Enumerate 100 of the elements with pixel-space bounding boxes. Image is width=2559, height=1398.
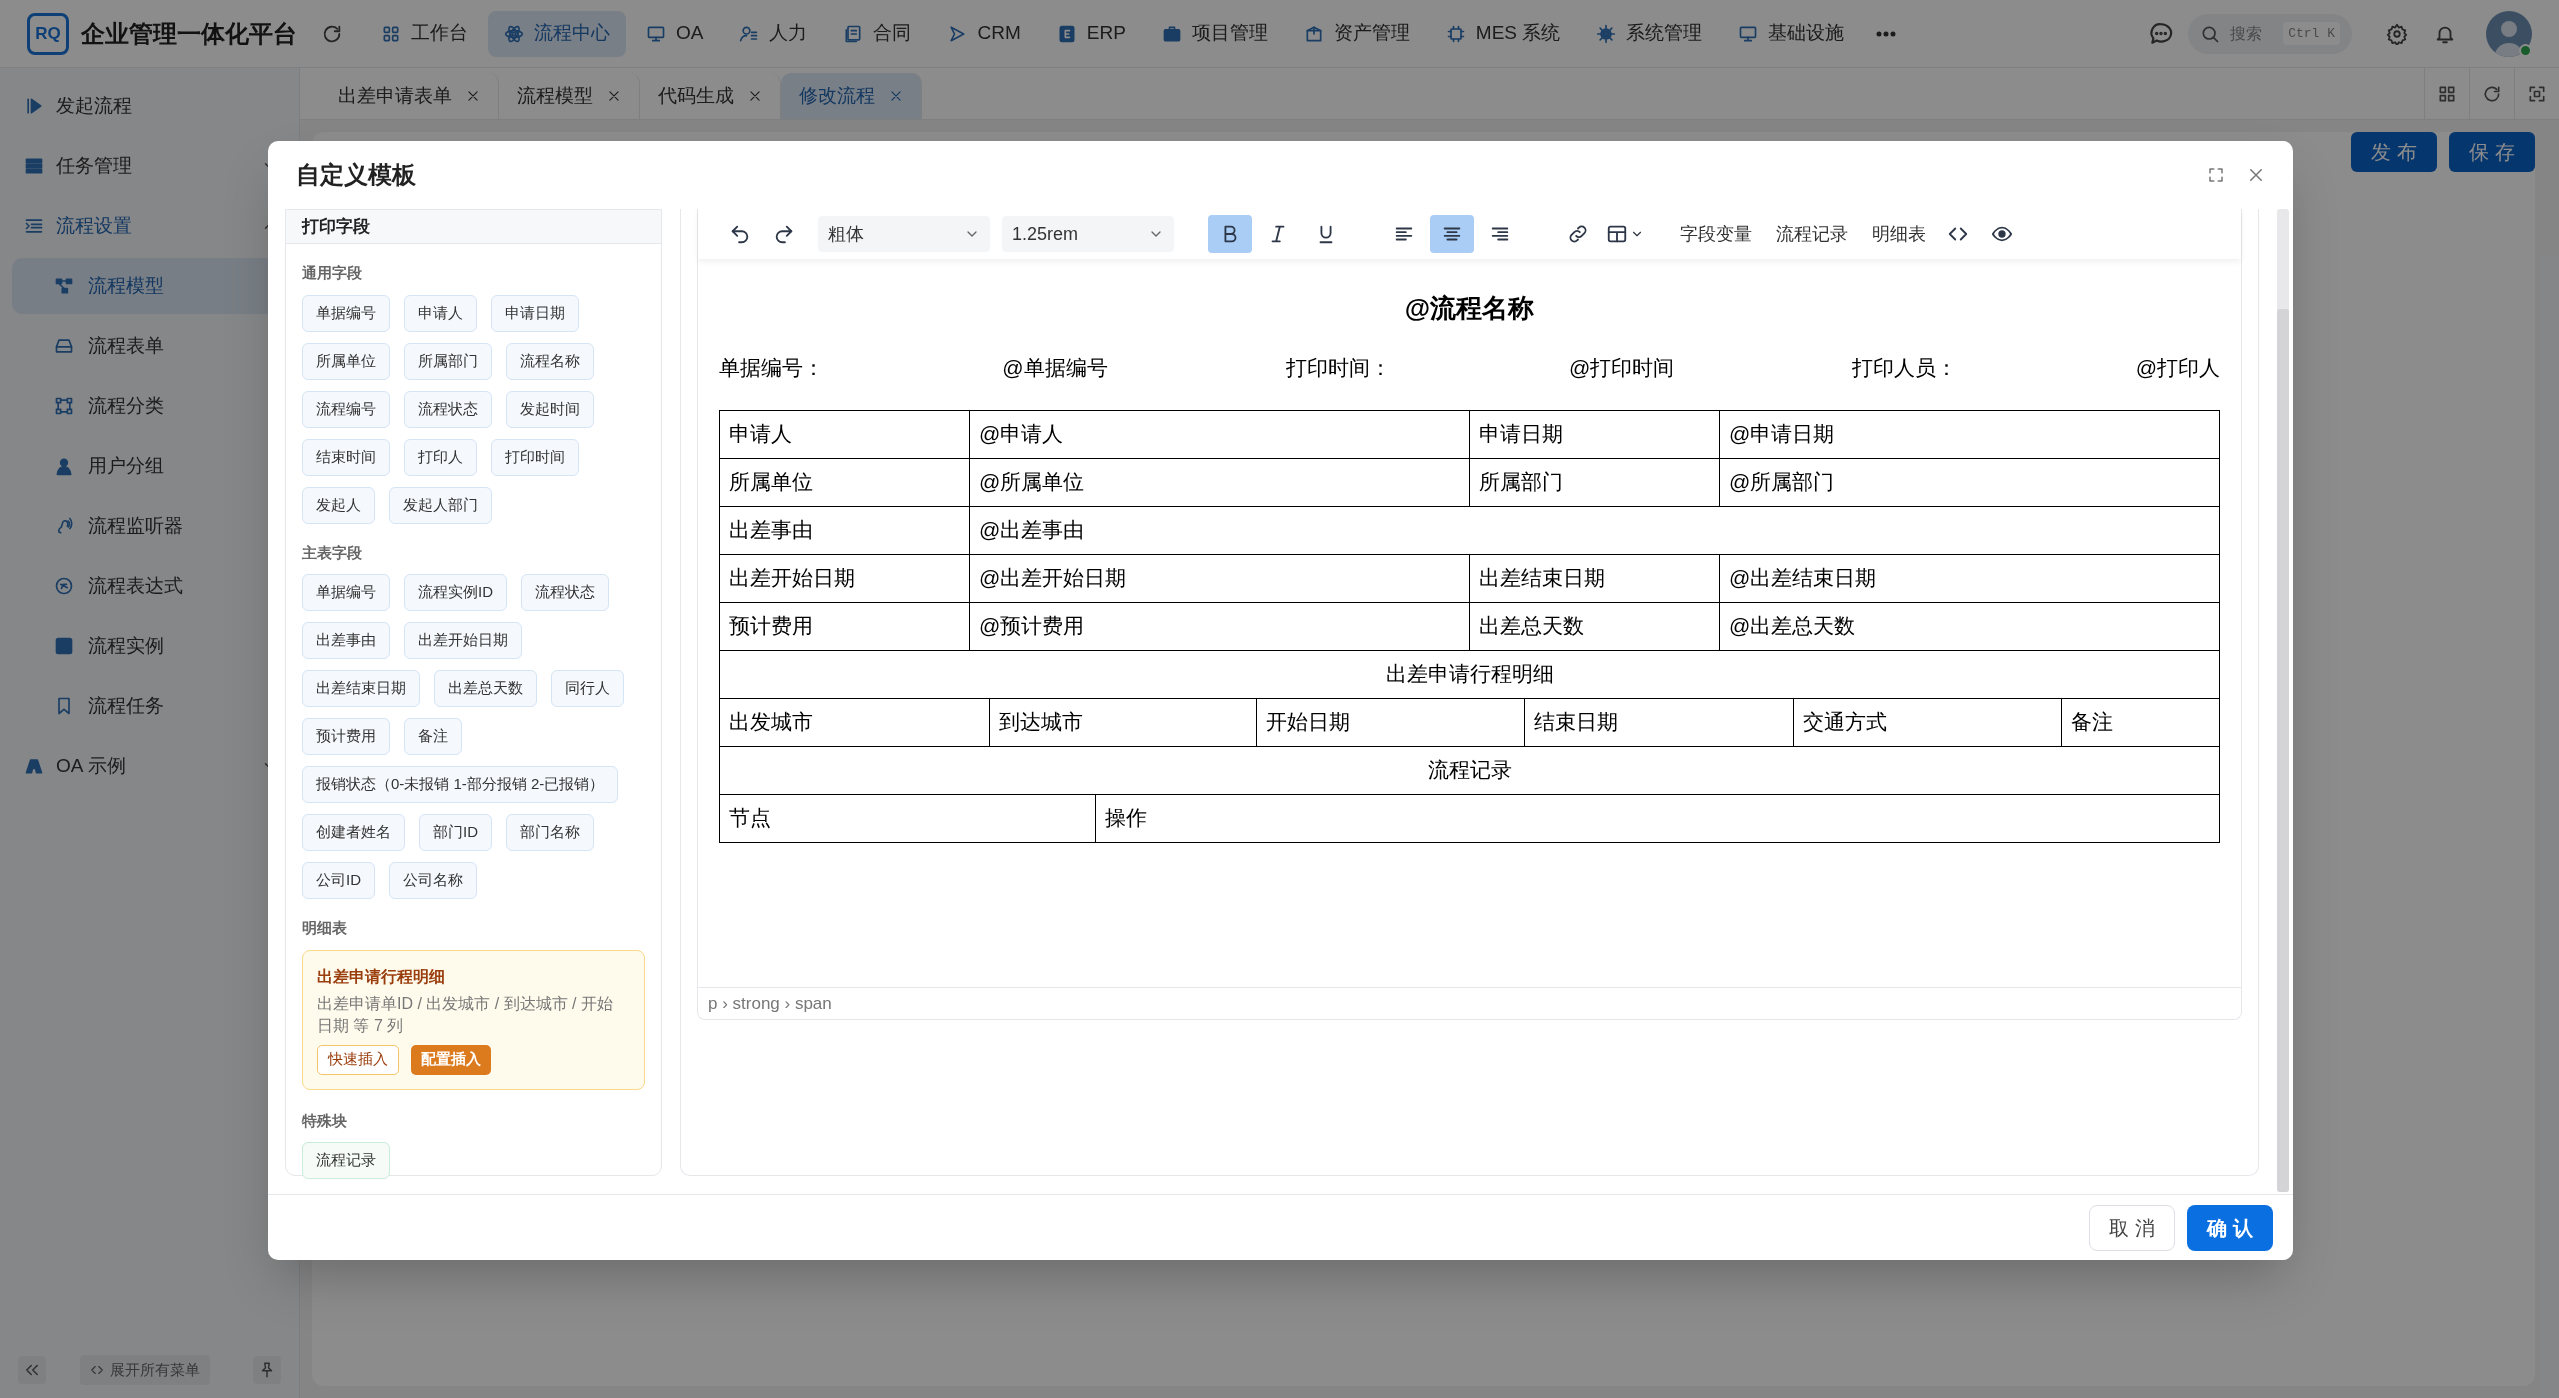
- field-chip[interactable]: 打印人: [404, 438, 477, 476]
- sidebar-item[interactable]: 流程分类: [12, 378, 287, 434]
- app-title: 企业管理一体化平台: [81, 18, 297, 49]
- field-chip[interactable]: 出差开始日期: [404, 622, 522, 659]
- sidebar-item[interactable]: 流程实例: [12, 618, 287, 674]
- field-chip[interactable]: 发起人部门: [389, 486, 492, 524]
- size-select[interactable]: 1.25rem: [1002, 216, 1174, 252]
- sidebar-item[interactable]: 流程监听器: [12, 498, 287, 554]
- table-cell: @预计费用: [969, 601, 1469, 650]
- field-chip[interactable]: 单据编号: [302, 294, 390, 332]
- field-chip[interactable]: 创建者姓名: [302, 814, 405, 851]
- table-cell: 出差事由: [719, 505, 969, 554]
- field-chip[interactable]: 申请日期: [491, 294, 579, 332]
- sidebar-item[interactable]: 任务管理: [0, 136, 299, 196]
- nav-tab[interactable]: 工作台: [365, 10, 484, 57]
- field-chip[interactable]: 部门名称: [506, 814, 594, 851]
- nav-tab[interactable]: CRM: [931, 10, 1037, 57]
- table-cell: @出差结束日期: [1719, 553, 2219, 602]
- bold-button[interactable]: [1208, 215, 1252, 253]
- meta-value: @打印人: [2135, 355, 2220, 381]
- nav-tab[interactable]: ERP: [1040, 10, 1142, 57]
- menu-item-icon: [24, 96, 44, 116]
- nav-tab[interactable]: 项目管理: [1145, 10, 1284, 57]
- field-chip[interactable]: 所属单位: [302, 342, 390, 380]
- table-cell: 交通方式: [1792, 697, 2062, 746]
- insert-button[interactable]: 快速插入: [317, 1044, 399, 1075]
- font-select[interactable]: 粗体: [818, 216, 990, 252]
- insert-tool-button[interactable]: 明细表: [1872, 220, 1926, 248]
- nav-tab[interactable]: 人力: [723, 10, 824, 57]
- field-chip[interactable]: 单据编号: [302, 574, 390, 611]
- field-chip[interactable]: 公司名称: [389, 862, 477, 899]
- align-center-button[interactable]: [1430, 215, 1474, 253]
- sidebar-item[interactable]: 流程表达式: [12, 558, 287, 614]
- action-button[interactable]: 保 存: [2449, 132, 2535, 172]
- action-button[interactable]: 发 布: [2351, 132, 2437, 172]
- close-icon[interactable]: [466, 89, 480, 103]
- field-chip[interactable]: 打印时间: [491, 438, 579, 476]
- field-chip[interactable]: 流程记录: [302, 1142, 390, 1179]
- menu-item-icon: [24, 156, 44, 176]
- dialog-button[interactable]: 取 消: [2089, 1204, 2175, 1251]
- insert-tool-button[interactable]: 流程记录: [1776, 220, 1848, 248]
- field-chip[interactable]: 申请人: [404, 294, 477, 332]
- table-cell: 出发城市: [719, 697, 990, 746]
- table-cell: 操作: [1094, 793, 2219, 842]
- table-cell: 预计费用: [719, 601, 969, 650]
- pin-icon[interactable]: [253, 1356, 281, 1384]
- group-title: 主表字段: [302, 542, 363, 563]
- sidebar-item[interactable]: 用户分组: [12, 438, 287, 494]
- code-icon: [90, 1363, 104, 1377]
- dialog-button[interactable]: 确 认: [2187, 1204, 2273, 1251]
- page-tab[interactable]: 流程模型: [499, 73, 640, 119]
- nav-tab[interactable]: 系统管理: [1580, 10, 1719, 57]
- field-chip[interactable]: 同行人: [551, 670, 624, 707]
- field-chip[interactable]: 结束时间: [302, 438, 390, 476]
- sidebar-item[interactable]: OA 示例: [0, 736, 299, 796]
- collapse-icon[interactable]: [18, 1356, 46, 1384]
- sidebar-item[interactable]: 流程任务: [12, 678, 287, 734]
- field-chip[interactable]: 发起人: [302, 486, 375, 524]
- field-chip[interactable]: 公司ID: [302, 862, 375, 899]
- nav-tab[interactable]: OA: [630, 10, 720, 57]
- scrollbar[interactable]: [2277, 209, 2289, 1192]
- nav-tab[interactable]: MES 系统: [1429, 10, 1577, 57]
- close-icon[interactable]: [607, 89, 621, 103]
- field-chip[interactable]: 出差总天数: [434, 670, 537, 707]
- group-title: 明细表: [302, 918, 348, 938]
- close-icon[interactable]: [748, 89, 762, 103]
- group-title: 特殊块: [302, 1110, 348, 1131]
- table-cell: 所属部门: [1469, 457, 1719, 506]
- field-chip[interactable]: 发起时间: [506, 390, 594, 428]
- field-chip[interactable]: 流程实例ID: [404, 574, 507, 611]
- field-chip[interactable]: 预计费用: [302, 718, 390, 755]
- field-chip[interactable]: 流程名称: [506, 342, 594, 380]
- field-chip[interactable]: 流程状态: [521, 574, 609, 611]
- avatar[interactable]: [2486, 10, 2532, 57]
- close-icon[interactable]: [2247, 166, 2265, 184]
- field-chip[interactable]: 部门ID: [419, 814, 492, 851]
- shortcut-hint: Ctrl K: [2283, 21, 2340, 46]
- menu-item-icon: [54, 396, 74, 416]
- insert-tool-button[interactable]: 字段变量: [1680, 220, 1752, 248]
- table-cell: @出差开始日期: [969, 553, 1469, 602]
- field-chip[interactable]: 所属部门: [404, 342, 492, 380]
- field-chip[interactable]: 备注: [404, 718, 462, 755]
- nav-tab[interactable]: 合同: [827, 10, 928, 57]
- field-chip[interactable]: 出差事由: [302, 622, 390, 659]
- maximize-icon[interactable]: [2207, 166, 2225, 184]
- page-tab[interactable]: 出差申请表单: [320, 73, 499, 119]
- table-cell: @出差总天数: [1719, 601, 2219, 650]
- settings-icon[interactable]: [2386, 22, 2408, 45]
- sidebar-item[interactable]: 发起流程: [0, 76, 299, 136]
- field-chip[interactable]: 报销状态（0-未报销 1-部分报销 2-已报销）: [302, 766, 619, 803]
- field-chip[interactable]: 出差结束日期: [302, 670, 420, 707]
- close-icon[interactable]: [889, 89, 903, 103]
- chat-icon[interactable]: [2148, 20, 2174, 47]
- sidebar-item[interactable]: 流程表单: [12, 318, 287, 374]
- field-chip[interactable]: 流程编号: [302, 390, 390, 428]
- table-cell: @出差事由: [969, 505, 2219, 554]
- nav-tab[interactable]: 资产管理: [1287, 10, 1426, 57]
- table-cell: 申请人: [719, 409, 969, 458]
- field-chip[interactable]: 流程状态: [404, 390, 492, 428]
- nav-tab[interactable]: 基础设施: [1722, 10, 1861, 57]
